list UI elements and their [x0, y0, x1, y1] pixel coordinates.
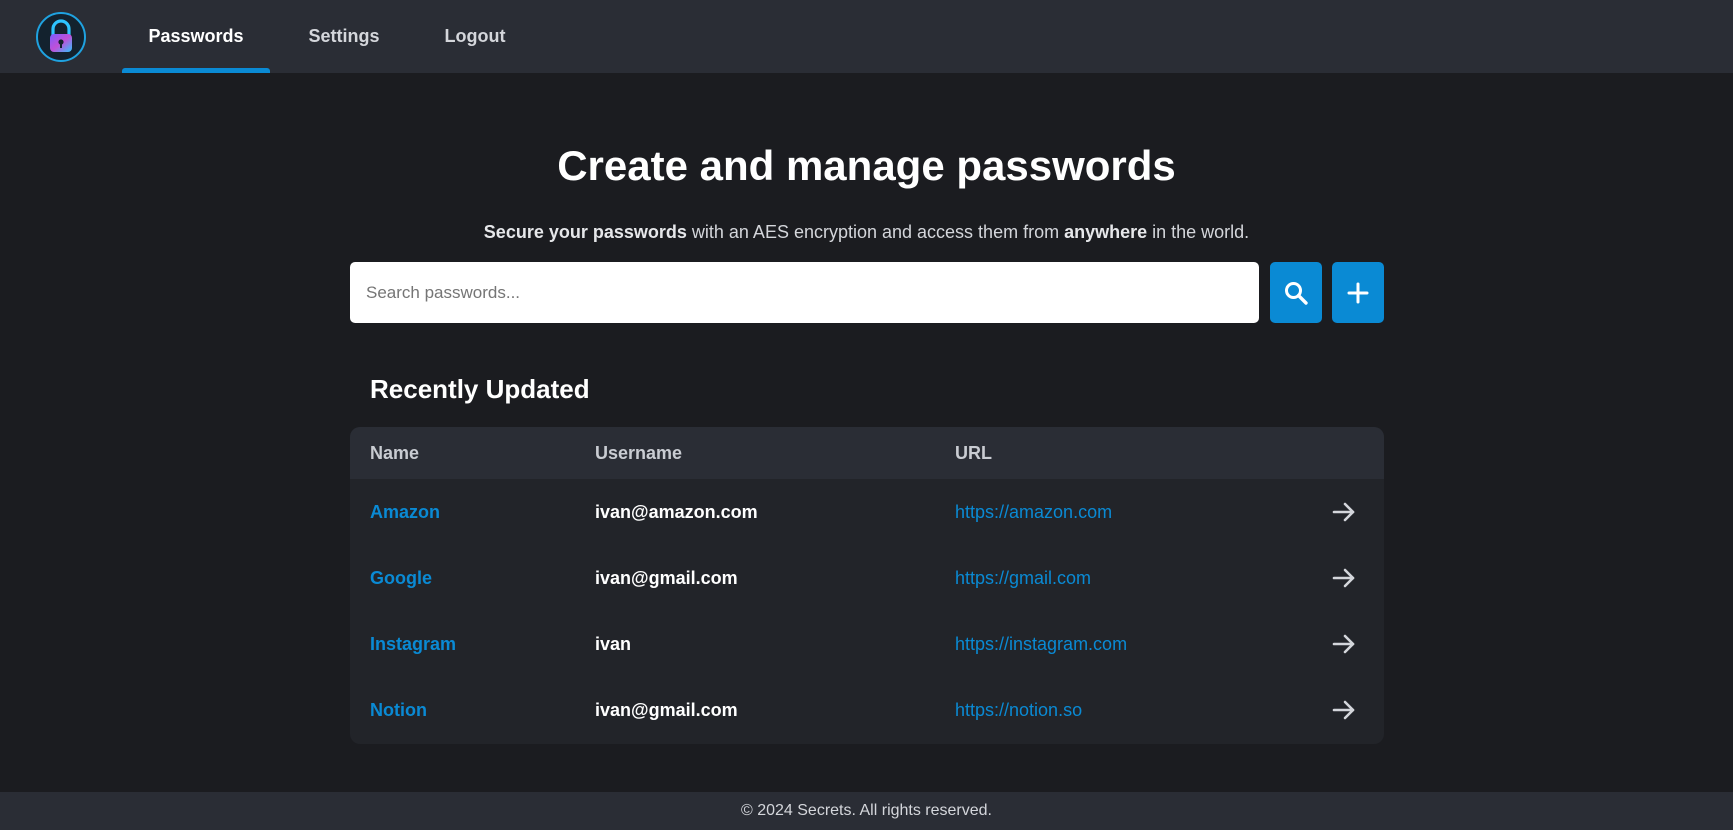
entry-username: ivan@gmail.com	[595, 568, 738, 588]
nav-item-passwords[interactable]: Passwords	[122, 0, 270, 73]
plus-icon	[1347, 282, 1369, 303]
table-header: Name Username URL	[350, 427, 1384, 479]
entry-url-link[interactable]: https://amazon.com	[955, 479, 1112, 545]
table-row[interactable]: Google ivan@gmail.com https://gmail.com	[350, 545, 1384, 611]
column-header-url: URL	[955, 443, 992, 463]
column-header-username: Username	[595, 443, 683, 463]
table-row[interactable]: Amazon ivan@amazon.com https://amazon.co…	[350, 479, 1384, 545]
arrow-right-icon[interactable]	[1330, 630, 1358, 658]
subtitle-text: in the world.	[1147, 222, 1250, 242]
page-subtitle: Secure your passwords with an AES encryp…	[0, 222, 1733, 243]
search-button[interactable]	[1270, 262, 1322, 323]
page-footer: © 2024 Secrets. All rights reserved.	[0, 792, 1733, 830]
column-header-name: Name	[370, 443, 420, 463]
arrow-right-icon[interactable]	[1330, 498, 1358, 526]
nav-item-settings[interactable]: Settings	[292, 0, 396, 73]
subtitle-text: with an AES encryption and access them f…	[686, 222, 1065, 242]
search-icon	[1285, 281, 1308, 305]
nav-item-label: Settings	[308, 26, 380, 46]
page-title: Create and manage passwords	[557, 142, 1176, 189]
entry-username: ivan@gmail.com	[595, 700, 738, 720]
nav-item-label: Passwords	[148, 26, 244, 46]
entry-name-link[interactable]: Google	[370, 545, 432, 611]
entry-url-link[interactable]: https://notion.so	[955, 677, 1082, 743]
entry-url-link[interactable]: https://instagram.com	[955, 611, 1127, 677]
entry-name-link[interactable]: Instagram	[370, 611, 456, 677]
table-row[interactable]: Instagram ivan https://instagram.com	[350, 611, 1384, 677]
nav-item-label: Logout	[444, 26, 506, 46]
recent-passwords-table: Name Username URL Amazon ivan@amazon.com…	[350, 427, 1384, 744]
entry-username: ivan	[595, 634, 632, 654]
footer-copyright: © 2024 Secrets. All rights reserved.	[740, 802, 992, 819]
nav-item-logout[interactable]: Logout	[428, 0, 522, 73]
entry-url-link[interactable]: https://gmail.com	[955, 545, 1091, 611]
search-input[interactable]	[350, 262, 1259, 323]
subtitle-emphasis: anywhere	[1064, 222, 1148, 242]
entry-name-link[interactable]: Amazon	[370, 479, 440, 545]
lock-logo-icon[interactable]	[35, 11, 87, 63]
add-password-button[interactable]	[1332, 262, 1384, 323]
entry-username: ivan@amazon.com	[595, 502, 758, 522]
top-navbar: Passwords Settings Logout	[0, 0, 1733, 73]
subtitle-emphasis: Secure your passwords	[483, 222, 687, 242]
entry-name-link[interactable]: Notion	[370, 677, 427, 743]
arrow-right-icon[interactable]	[1330, 696, 1358, 724]
arrow-right-icon[interactable]	[1330, 564, 1358, 592]
section-title: Recently Updated	[370, 374, 590, 404]
table-row[interactable]: Notion ivan@gmail.com https://notion.so	[350, 677, 1384, 743]
